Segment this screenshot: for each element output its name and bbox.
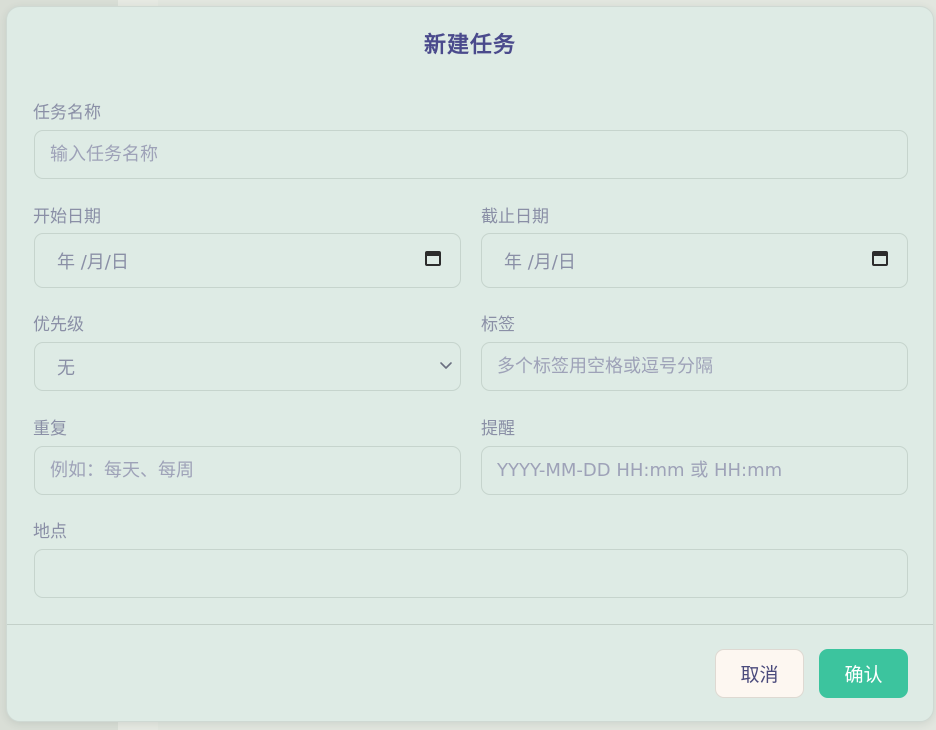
repeat-input[interactable]	[50, 447, 445, 494]
start-date-field[interactable]: 年 /月/日	[34, 233, 461, 288]
tags-label: 标签	[481, 315, 515, 335]
location-input[interactable]	[50, 550, 892, 597]
priority-select[interactable]: 无	[34, 342, 461, 391]
reminder-field	[481, 446, 908, 495]
calendar-icon[interactable]	[872, 251, 888, 266]
chevron-down-icon	[440, 362, 452, 369]
task-name-field	[34, 130, 908, 179]
dialog-title: 新建任务	[423, 33, 516, 58]
priority-selected-value: 无	[57, 357, 75, 379]
start-date-label: 开始日期	[33, 207, 101, 227]
priority-label: 优先级	[33, 315, 84, 335]
repeat-field	[34, 446, 461, 495]
task-name-input[interactable]	[50, 131, 892, 178]
task-name-label: 任务名称	[33, 103, 101, 123]
new-task-dialog: 新建任务 任务名称 开始日期 年 /月/日 截止日期 年 /月/日 优先级 无 …	[6, 6, 934, 722]
confirm-button[interactable]: 确认	[819, 649, 908, 698]
reminder-label: 提醒	[481, 419, 515, 439]
repeat-label: 重复	[33, 419, 67, 439]
tags-input[interactable]	[497, 343, 892, 390]
footer-divider	[7, 624, 933, 625]
reminder-input[interactable]	[497, 447, 892, 494]
calendar-icon[interactable]	[425, 251, 441, 266]
cancel-button[interactable]: 取消	[715, 649, 804, 698]
tags-field	[481, 342, 908, 391]
due-date-label: 截止日期	[481, 207, 549, 227]
start-date-value: 年 /月/日	[57, 251, 129, 273]
due-date-value: 年 /月/日	[504, 251, 576, 273]
location-label: 地点	[33, 522, 67, 542]
due-date-field[interactable]: 年 /月/日	[481, 233, 908, 288]
location-field	[34, 549, 908, 598]
